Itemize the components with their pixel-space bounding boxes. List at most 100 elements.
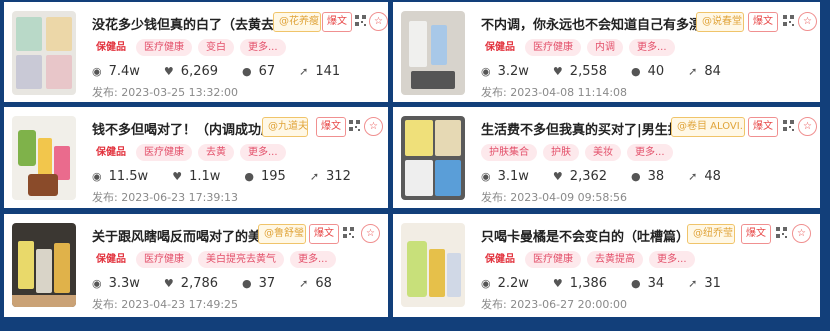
post-thumbnail[interactable]	[12, 11, 76, 95]
post-thumbnail[interactable]	[401, 11, 465, 95]
stats-row: ◉ 7.4w ♥ 6,269 ● 67 ➚ 141	[92, 64, 364, 79]
tag[interactable]: 保健品	[92, 39, 130, 56]
post-card[interactable]: 关于跟风瞎喝反而喝对了的美白 @鲁舒瑩 爆文 ☆ 保健品 医疗健康 美白提亮去黄…	[4, 214, 388, 317]
eye-icon: ◉	[92, 170, 102, 183]
share-icon: ➚	[688, 170, 698, 183]
post-title[interactable]: 钱不多但喝对了！（内调成功版）	[92, 119, 287, 138]
shares-count: 141	[315, 64, 341, 79]
post-thumbnail[interactable]	[12, 116, 76, 200]
post-card[interactable]: 生活费不多但我真的买对了|男生护肤篇 @卷目 ALOVI... 爆文 ☆ 护肤集…	[393, 107, 820, 208]
tag[interactable]: 医疗健康	[136, 251, 192, 268]
tag[interactable]: 保健品	[92, 251, 130, 268]
hot-badge: 爆文	[309, 224, 339, 244]
tag-more[interactable]: 更多...	[290, 251, 336, 268]
publish-date: 发布: 2023-04-09 09:58:56	[481, 191, 628, 204]
qr-code-icon[interactable]	[355, 15, 366, 26]
author-badge[interactable]: @纽乔莹	[687, 224, 735, 244]
post-title[interactable]: 关于跟风瞎喝反而喝对了的美白	[92, 226, 274, 245]
hot-badge: 爆文	[748, 117, 778, 137]
publish-date: 发布: 2023-06-27 20:00:00	[481, 298, 628, 311]
likes-count: 2,362	[569, 169, 608, 184]
comments-count: 38	[647, 169, 665, 184]
hot-badge: 爆文	[741, 224, 771, 244]
views-count: 11.5w	[108, 169, 149, 184]
tag[interactable]: 去黄提高	[587, 251, 643, 268]
likes-count: 2,786	[180, 276, 219, 291]
comments-count: 40	[647, 64, 665, 79]
tag[interactable]: 内调	[587, 39, 623, 56]
comments-count: 34	[647, 276, 665, 291]
tag-more[interactable]: 更多...	[240, 39, 286, 56]
tag[interactable]: 医疗健康	[136, 144, 192, 161]
qr-code-icon[interactable]	[349, 120, 360, 131]
heart-icon: ♥	[163, 277, 174, 290]
post-card[interactable]: 只喝卡曼橘是不会变白的（吐槽篇） @纽乔莹 爆文 ☆ 保健品 医疗健康 去黄提高…	[393, 214, 820, 317]
post-thumbnail[interactable]	[12, 223, 76, 307]
post-thumbnail[interactable]	[401, 223, 465, 307]
tag[interactable]: 护肤	[543, 144, 579, 161]
tag[interactable]: 去黄	[198, 144, 234, 161]
comment-icon: ●	[631, 65, 641, 78]
heart-icon: ♥	[552, 170, 563, 183]
tag-more[interactable]: 更多...	[649, 251, 695, 268]
post-card[interactable]: 没花多少钱但真的白了（去黄去黑） @花养瘦 爆文 ☆ 保健品 医疗健康 变白 更…	[4, 2, 388, 102]
post-card[interactable]: 钱不多但喝对了！（内调成功版） @九道夫 爆文 ☆ 保健品 医疗健康 去黄 更多…	[4, 107, 388, 208]
tag-more[interactable]: 更多...	[627, 144, 673, 161]
tag[interactable]: 医疗健康	[136, 39, 192, 56]
publish-date: 发布: 2023-04-23 17:49:25	[92, 298, 239, 311]
post-title[interactable]: 没花多少钱但真的白了（去黄去黑）	[92, 14, 300, 33]
tag[interactable]: 保健品	[481, 251, 519, 268]
qr-code-icon[interactable]	[783, 15, 794, 26]
stats-row: ◉ 2.2w ♥ 1,386 ● 34 ➚ 31	[481, 276, 745, 291]
eye-icon: ◉	[92, 65, 102, 78]
author-badge[interactable]: @卷目 ALOVI...	[671, 117, 745, 137]
stats-row: ◉ 3.1w ♥ 2,362 ● 38 ➚ 48	[481, 169, 745, 184]
tag[interactable]: 护肤集合	[481, 144, 537, 161]
share-icon: ➚	[299, 277, 309, 290]
publish-date: 发布: 2023-03-25 13:32:00	[92, 86, 239, 99]
comment-icon: ●	[244, 170, 254, 183]
favorite-star-icon[interactable]: ☆	[364, 117, 383, 136]
tag[interactable]: 保健品	[481, 39, 519, 56]
tag[interactable]: 医疗健康	[525, 251, 581, 268]
author-badge[interactable]: @说春堂	[696, 12, 744, 32]
eye-icon: ◉	[481, 65, 491, 78]
tag-more[interactable]: 更多...	[240, 144, 286, 161]
favorite-star-icon[interactable]: ☆	[798, 117, 817, 136]
qr-code-icon[interactable]	[343, 227, 354, 238]
views-count: 3.3w	[108, 276, 140, 291]
tag[interactable]: 医疗健康	[525, 39, 581, 56]
hot-badge: 爆文	[748, 12, 778, 32]
comment-icon: ●	[631, 170, 641, 183]
author-badge[interactable]: @花养瘦	[273, 12, 321, 32]
comments-count: 67	[258, 64, 276, 79]
tag[interactable]: 变白	[198, 39, 234, 56]
favorite-star-icon[interactable]: ☆	[792, 224, 811, 243]
tag[interactable]: 美白提亮去黄气	[198, 251, 284, 268]
tag-more[interactable]: 更多...	[629, 39, 675, 56]
share-icon: ➚	[688, 65, 698, 78]
stats-row: ◉ 3.2w ♥ 2,558 ● 40 ➚ 84	[481, 64, 745, 79]
author-badge[interactable]: @鲁舒瑩	[258, 224, 306, 244]
tag-list: 保健品 医疗健康 去黄 更多...	[92, 144, 286, 161]
post-card[interactable]: 不内调，你永远也不会知道自己有多漂亮! @说春堂 爆文 ☆ 保健品 医疗健康 内…	[393, 2, 820, 102]
views-count: 3.2w	[497, 64, 529, 79]
favorite-star-icon[interactable]: ☆	[361, 224, 380, 243]
qr-code-icon[interactable]	[783, 120, 794, 131]
post-title[interactable]: 只喝卡曼橘是不会变白的（吐槽篇）	[481, 226, 689, 245]
tag[interactable]: 美妆	[585, 144, 621, 161]
post-thumbnail[interactable]	[401, 116, 465, 200]
tag-list: 保健品 医疗健康 内调 更多...	[481, 39, 675, 56]
heart-icon: ♥	[163, 65, 174, 78]
post-title[interactable]: 不内调，你永远也不会知道自己有多漂亮!	[481, 14, 721, 33]
stats-row: ◉ 11.5w ♥ 1.1w ● 195 ➚ 312	[92, 169, 375, 184]
qr-code-icon[interactable]	[776, 227, 787, 238]
author-badge[interactable]: @九道夫	[262, 117, 308, 137]
eye-icon: ◉	[481, 277, 491, 290]
comments-count: 195	[260, 169, 286, 184]
favorite-star-icon[interactable]: ☆	[798, 12, 817, 31]
favorite-star-icon[interactable]: ☆	[369, 12, 388, 31]
tag[interactable]: 保健品	[92, 144, 130, 161]
shares-count: 31	[704, 276, 721, 291]
publish-date: 发布: 2023-06-23 17:39:13	[92, 191, 239, 204]
